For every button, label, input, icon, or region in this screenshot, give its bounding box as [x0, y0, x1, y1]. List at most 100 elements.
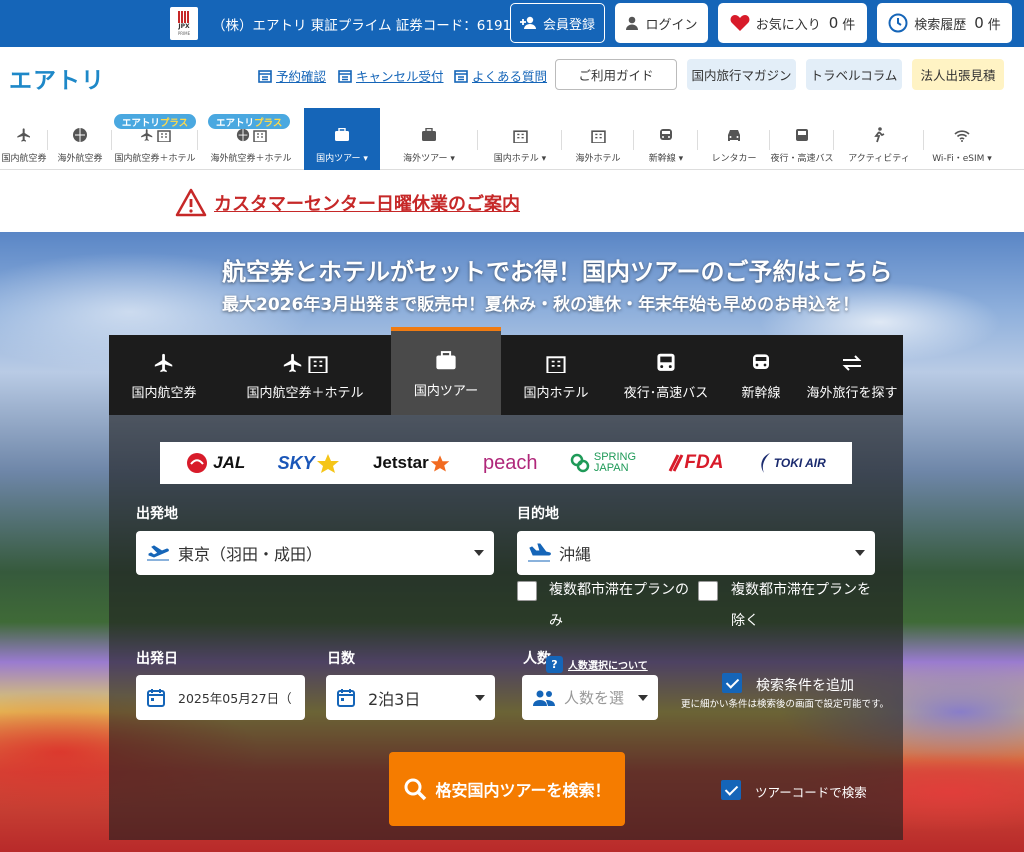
- nav-domestic-air-hotel[interactable]: エアトリ プラス 国内航空券＋ホテル: [112, 108, 198, 170]
- people-icon: [533, 690, 555, 706]
- more-conditions-checkbox[interactable]: [722, 673, 742, 693]
- star-icon: [316, 454, 339, 473]
- nav-domestic-air[interactable]: 国内航空券: [0, 108, 48, 170]
- nav-domestic-tour[interactable]: 国内ツアー ▾: [304, 108, 380, 170]
- history-button[interactable]: 検索履歴 0 件: [877, 3, 1012, 43]
- search-tour-button[interactable]: 格安国内ツアーを検索！: [389, 752, 625, 826]
- jpx-prime-logo: JPX PRIME: [170, 7, 198, 40]
- favorites-label: お気に入り: [755, 17, 821, 33]
- people-placeholder: 人数を選: [564, 689, 625, 707]
- nav-activity[interactable]: アクティビティ: [834, 108, 924, 170]
- nav-label: 海外航空券＋ホテル: [210, 154, 292, 164]
- pill-corporate[interactable]: 法人出張見積: [912, 59, 1004, 90]
- hero-subtitle: 最大2026年3月出発まで販売中！夏休み・秋の連休・年末年始も早めのお申込を！: [222, 295, 860, 315]
- calendar-icon: [147, 688, 165, 707]
- tour-code-label[interactable]: ツアーコードで検索: [755, 782, 867, 801]
- toki-air-name: TOKI AIR: [773, 456, 826, 470]
- more-conditions-label[interactable]: 検索条件を追加: [756, 675, 854, 695]
- search-panel: 国内航空券 国内航空券＋ホテル 国内ツアー 国内ホテル 夜行･高速バス 新幹線: [109, 327, 903, 840]
- pill-column[interactable]: トラベルコラム: [806, 59, 902, 90]
- tab-domestic-air-hotel[interactable]: 国内航空券＋ホテル: [219, 335, 391, 415]
- calendar-icon: [338, 69, 352, 83]
- nav-intl-tour[interactable]: 海外ツアー ▾: [380, 108, 478, 170]
- tour-code-checkbox[interactable]: [721, 780, 741, 800]
- hotel-icon: [252, 130, 267, 142]
- register-button[interactable]: 会員登録: [510, 3, 605, 43]
- wifi-icon: [954, 129, 970, 142]
- plane-icon: [17, 128, 30, 142]
- nav-rentacar[interactable]: レンタカー: [698, 108, 770, 170]
- fda-name: FDA: [684, 452, 724, 473]
- link-reservation-check[interactable]: 予約確認: [258, 66, 326, 85]
- tab-label: 新幹線: [741, 385, 781, 401]
- question-icon[interactable]: ?: [546, 656, 563, 673]
- bus-icon: [796, 128, 808, 141]
- nav-intl-air[interactable]: 海外航空券: [48, 108, 112, 170]
- nav-bus[interactable]: 夜行・高速バス: [770, 108, 834, 170]
- more-conditions-note: 更に細かい条件は検索後の画面で設定可能です。: [680, 699, 889, 710]
- nav-shinkansen[interactable]: 新幹線 ▾: [634, 108, 698, 170]
- notice-link[interactable]: カスタマーセンター日曜休業のご案内: [175, 188, 520, 217]
- swap-arrows-icon: [842, 354, 862, 371]
- people-select[interactable]: 人数を選: [522, 675, 658, 720]
- departure-date-input[interactable]: 2025年05月27日（: [136, 675, 305, 720]
- tab-shinkansen[interactable]: 新幹線: [721, 335, 801, 415]
- airtrip-logo[interactable]: エアトリ: [9, 61, 105, 95]
- origin-label: 出発地: [136, 506, 178, 522]
- calendar-icon: [337, 688, 355, 707]
- destination-select[interactable]: 沖縄: [517, 531, 875, 575]
- hotel-icon: [512, 129, 528, 143]
- nav-intl-hotel[interactable]: 海外ホテル: [562, 108, 634, 170]
- plane-takeoff-icon: [147, 545, 169, 561]
- days-select[interactable]: 2泊3日: [326, 675, 495, 720]
- nav-label-wrap: 国内ツアー ▾: [316, 154, 368, 164]
- globe-plane-icon: [73, 128, 87, 142]
- activity-icon: [874, 127, 885, 143]
- plane-icon: [154, 353, 173, 372]
- nav-label-wrap: 新幹線 ▾: [648, 154, 684, 164]
- tab-domestic-tour[interactable]: 国内ツアー: [391, 327, 501, 415]
- tab-domestic-hotel[interactable]: 国内ホテル: [501, 335, 611, 415]
- nav-label-wrap: 海外ツアー ▾: [403, 154, 455, 164]
- hotel-icon: [156, 130, 171, 142]
- link-cancel[interactable]: キャンセル受付: [338, 66, 444, 85]
- nav-label: 夜行・高速バス: [770, 154, 834, 164]
- tab-overseas-search[interactable]: 海外旅行を探す: [801, 335, 903, 415]
- nav-wifi[interactable]: Wi-Fi・eSIM ▾: [924, 108, 1000, 170]
- pill-magazine[interactable]: 国内旅行マガジン: [687, 59, 796, 90]
- tab-bus[interactable]: 夜行･高速バス: [611, 335, 721, 415]
- multi-city-only-label: 複数都市滞在プランのみ: [549, 582, 689, 629]
- badge-plus: プラス: [159, 117, 189, 129]
- plane-icon: [140, 129, 152, 141]
- japan-name: JAPAN: [593, 462, 629, 474]
- plane-icon: [283, 353, 302, 372]
- nav-label: アクティビティ: [848, 154, 910, 164]
- login-button[interactable]: ログイン: [615, 3, 708, 43]
- link-faq[interactable]: よくある質問: [454, 66, 547, 85]
- favorites-button[interactable]: お気に入り 0 件: [718, 3, 867, 43]
- nav-label: 新幹線: [648, 154, 676, 164]
- tab-domestic-air[interactable]: 国内航空券: [109, 335, 219, 415]
- multi-city-only-checkbox[interactable]: [517, 581, 537, 601]
- nav-label: 国内航空券: [1, 154, 47, 164]
- guide-button[interactable]: ご利用ガイド: [555, 59, 677, 90]
- nav-domestic-hotel[interactable]: 国内ホテル ▾: [478, 108, 562, 170]
- nav-label: レンタカー: [711, 154, 757, 164]
- departure-date-label: 出発日: [136, 651, 178, 667]
- nav-intl-air-hotel[interactable]: エアトリ プラス 海外航空券＋ホテル: [198, 108, 304, 170]
- multi-city-exclude-checkbox[interactable]: [698, 581, 718, 601]
- spring-japan-text: SPRING JAPAN: [594, 452, 636, 474]
- register-label: 会員登録: [542, 17, 595, 33]
- chevron-down-icon: [855, 550, 865, 556]
- badge-plus: プラス: [254, 117, 283, 129]
- departure-date-value: 2025年05月27日（: [178, 691, 292, 706]
- nav-label: 海外航空券: [57, 154, 103, 164]
- origin-value: 東京（羽田・成田）: [178, 545, 323, 564]
- globe-plane-icon: [236, 128, 249, 142]
- people-help-link[interactable]: 人数選択について: [568, 657, 648, 672]
- spring-japan-logo: SPRING JAPAN: [570, 452, 636, 474]
- origin-select[interactable]: 東京（羽田・成田）: [136, 531, 494, 575]
- nav-label-wrap: 国内ホテル ▾: [493, 154, 547, 164]
- tab-label: 海外旅行を探す: [806, 385, 898, 401]
- train-icon: [753, 353, 769, 369]
